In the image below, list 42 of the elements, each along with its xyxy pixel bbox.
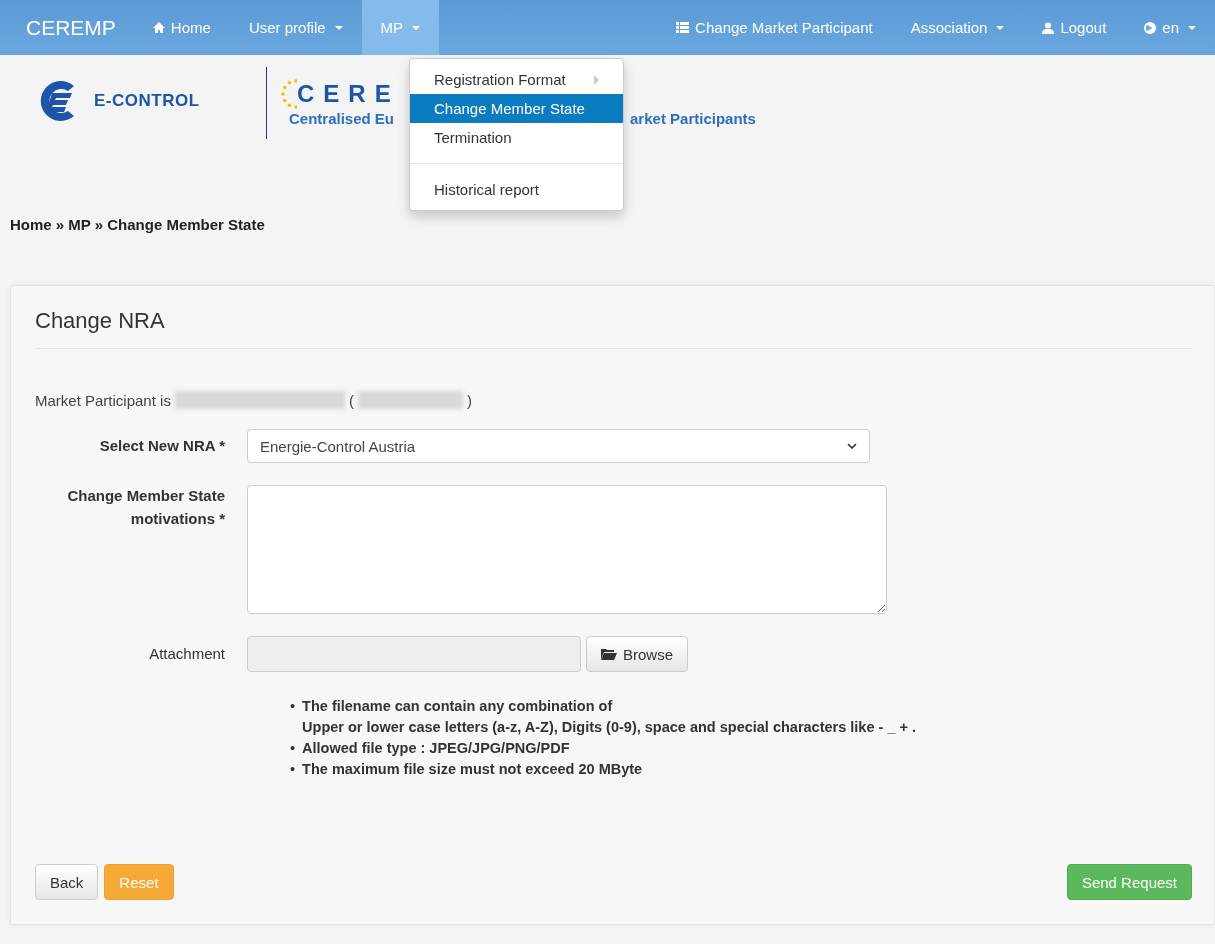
nra-select[interactable]: Energie-Control Austria <box>247 429 870 463</box>
action-button[interactable]: Back <box>35 864 99 900</box>
field-label: Select New NRA * <box>98 435 225 456</box>
user-icon <box>1042 21 1055 34</box>
logo-subtitle: Centralised Eu <box>289 110 395 127</box>
nav-item[interactable]: Home <box>133 0 230 55</box>
note-text: The maximum file size must not exceed 20 MByte <box>302 760 643 779</box>
menu-item[interactable]: Termination <box>410 123 623 152</box>
panel-title: Change NRA <box>35 286 1192 349</box>
breadcrumb: Home » MP » Change Member State <box>9 216 266 233</box>
menu-item[interactable]: Change Member State <box>410 94 623 123</box>
bullet-text: • <box>290 739 296 758</box>
note-text: The filename can contain any combination of Upper or lower case letters (a-z, A-Z), Digits (0-9), space and special characters like - _ + . <box>302 697 916 737</box>
menu-item[interactable]: Historical report <box>410 175 623 204</box>
paren-text: ) <box>466 391 472 409</box>
motivations-field[interactable] <box>247 485 887 614</box>
participant-label: Market Participant is <box>35 391 171 409</box>
logo-text: E-CONTROL <box>94 91 200 111</box>
folder-icon <box>601 648 617 660</box>
star-arc-icon <box>281 78 297 110</box>
logo-text: CERE <box>297 80 400 108</box>
nav-item[interactable]: Logout <box>1023 0 1126 55</box>
nav-item[interactable]: Change Market Participant <box>657 0 892 55</box>
field-label: Change Member State motivations * <box>66 486 225 529</box>
nav-item[interactable]: User profile <box>229 0 362 55</box>
action-button[interactable]: Reset <box>104 864 174 900</box>
bullet-text: • <box>290 697 296 716</box>
paren-text: ( <box>348 391 354 409</box>
menu-item[interactable]: Registration Format <box>410 65 623 94</box>
logo-subtitle: arket Participants <box>630 110 756 127</box>
note-text: Allowed file type : JPEG/JPG/PNG/PDF <box>302 739 570 758</box>
nav-item[interactable]: Association <box>891 0 1024 55</box>
list-icon <box>676 22 690 33</box>
bullet-text: • <box>290 760 296 779</box>
nav-item[interactable]: MP <box>361 0 440 55</box>
chevron-down-icon <box>847 443 857 449</box>
browse-button[interactable]: Browse <box>586 636 689 672</box>
home-icon <box>152 22 165 33</box>
brand-link[interactable]: CEREMP <box>0 0 134 55</box>
nav-item[interactable]: en <box>1125 0 1215 55</box>
action-button[interactable]: Send Request <box>1066 864 1192 900</box>
field-label: Attachment <box>148 643 225 664</box>
